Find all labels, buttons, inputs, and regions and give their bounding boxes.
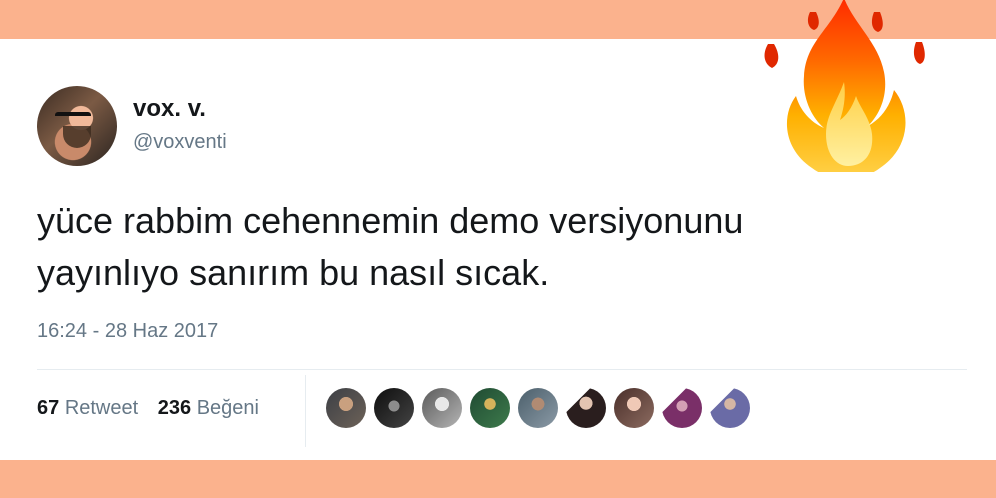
- fire-emoji-icon: [764, 0, 925, 172]
- display-name[interactable]: vox. v.: [133, 95, 206, 123]
- like-label: Beğeni: [196, 397, 259, 419]
- liker-avatar[interactable]: [518, 388, 558, 428]
- liker-avatar[interactable]: [326, 388, 366, 428]
- avatar-beard: [63, 126, 91, 148]
- like-stat[interactable]: 236 Beğeni: [158, 397, 259, 419]
- stats-separator: [305, 375, 306, 447]
- tweet-timestamp[interactable]: 16:24 - 28 Haz 2017: [37, 320, 218, 343]
- like-count: 236: [157, 397, 192, 419]
- retweet-stat[interactable]: 67 Retweet: [37, 397, 144, 419]
- retweet-count: 67: [37, 397, 60, 419]
- tweet-text: yüce rabbim cehennemin demo versiyonunu …: [37, 200, 744, 293]
- liker-avatar[interactable]: [566, 388, 606, 428]
- avatar-glasses: [55, 112, 91, 126]
- user-avatar[interactable]: [37, 86, 117, 166]
- liker-avatar[interactable]: [470, 388, 510, 428]
- divider: [37, 369, 967, 370]
- engagement-stats: 67 Retweet 236 Beğeni: [37, 397, 273, 420]
- liker-avatar[interactable]: [614, 388, 654, 428]
- liker-avatar[interactable]: [422, 388, 462, 428]
- retweet-label: Retweet: [64, 397, 139, 419]
- user-handle[interactable]: @voxventi: [133, 131, 227, 154]
- liker-avatar[interactable]: [374, 388, 414, 428]
- liker-avatar[interactable]: [662, 388, 702, 428]
- liker-avatar[interactable]: [710, 388, 750, 428]
